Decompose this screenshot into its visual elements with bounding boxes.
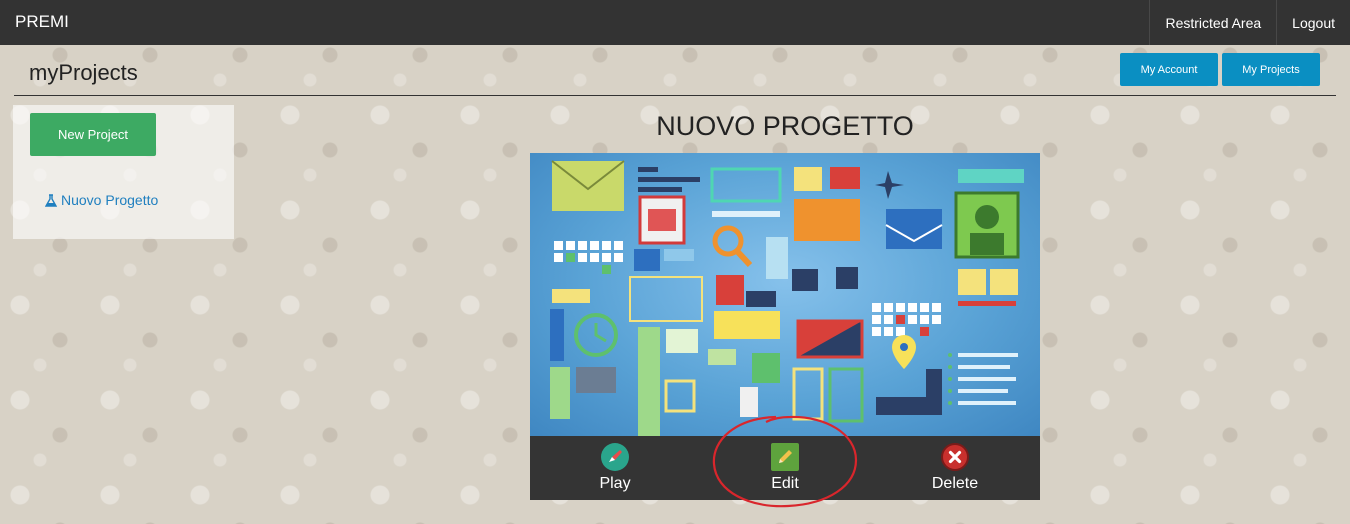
delete-button[interactable]: Delete xyxy=(895,436,1015,500)
cover-illustration xyxy=(550,160,1024,436)
edit-label: Edit xyxy=(771,475,799,492)
page-title: myProjects xyxy=(29,60,138,85)
rocket-icon xyxy=(601,443,629,471)
close-icon xyxy=(941,443,969,471)
play-label: Play xyxy=(599,475,631,492)
edit-button[interactable]: Edit xyxy=(725,436,845,500)
sidebar: New Project Nuovo Progetto xyxy=(13,105,234,239)
project-action-bar: Play Edit Delete xyxy=(530,436,1040,500)
nav-restricted-area[interactable]: Restricted Area xyxy=(1149,0,1276,45)
navbar-right-links: Restricted Area Logout xyxy=(1149,0,1350,45)
pencil-icon xyxy=(771,443,799,471)
brand-logo[interactable]: PREMI xyxy=(15,12,69,32)
sidebar-item-label: Nuovo Progetto xyxy=(61,192,159,208)
project-title: NUOVO PROGETTO xyxy=(656,111,914,141)
project-cover-image xyxy=(530,153,1040,436)
sidebar-item-nuovo-progetto[interactable]: Nuovo Progetto xyxy=(45,192,158,208)
flask-icon xyxy=(45,193,57,207)
delete-label: Delete xyxy=(931,475,979,492)
my-projects-button[interactable]: My Projects xyxy=(1222,53,1320,86)
new-project-button[interactable]: New Project xyxy=(30,113,156,156)
my-account-button[interactable]: My Account xyxy=(1120,53,1218,86)
top-navbar: PREMI Restricted Area Logout xyxy=(0,0,1350,45)
nav-logout[interactable]: Logout xyxy=(1276,0,1350,45)
play-button[interactable]: Play xyxy=(555,436,675,500)
header-divider xyxy=(14,95,1336,96)
